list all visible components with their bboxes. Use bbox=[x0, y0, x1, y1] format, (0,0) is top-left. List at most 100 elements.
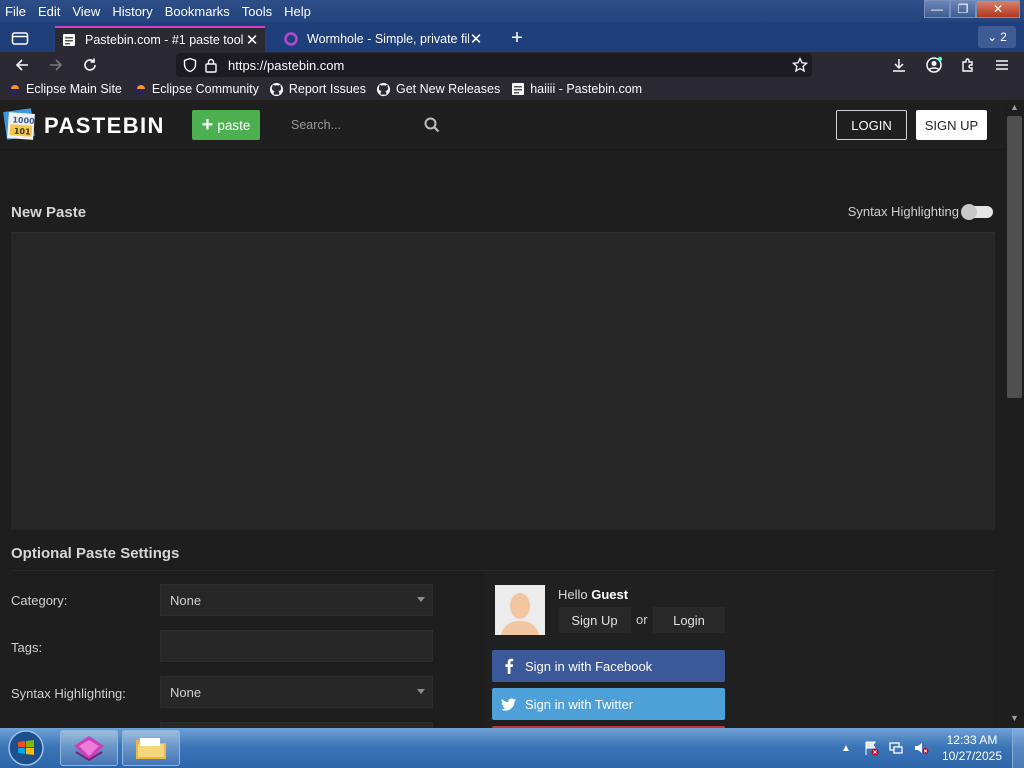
scroll-down-arrow-icon[interactable]: ▼ bbox=[1009, 713, 1020, 723]
hello-text: Hello bbox=[558, 587, 588, 602]
search-input[interactable]: Search... bbox=[285, 118, 424, 132]
start-button[interactable] bbox=[4, 729, 48, 767]
tab-wormhole[interactable]: Wormhole - Simple, private file ✕ bbox=[277, 26, 489, 52]
close-tab-icon[interactable]: ✕ bbox=[469, 30, 483, 48]
account-button[interactable] bbox=[923, 54, 945, 76]
bookmark-label: Get New Releases bbox=[395, 82, 501, 96]
eclipse-icon bbox=[6, 81, 22, 97]
app-menu-button[interactable] bbox=[991, 54, 1013, 76]
window-menubar: File Edit View History Bookmarks Tools H… bbox=[0, 0, 1024, 22]
scroll-up-arrow-icon[interactable]: ▲ bbox=[1009, 102, 1020, 112]
tab-title: Pastebin.com - #1 paste tool sir bbox=[85, 33, 245, 47]
guest-signup-button[interactable]: Sign Up bbox=[558, 607, 631, 633]
browser-app-icon bbox=[74, 736, 104, 762]
facebook-signin-label: Sign in with Facebook bbox=[525, 658, 653, 674]
eclipse-icon bbox=[132, 81, 148, 97]
menu-bookmarks[interactable]: Bookmarks bbox=[159, 4, 236, 19]
login-button[interactable]: LOGIN bbox=[836, 110, 907, 140]
site-logo-text[interactable]: PASTEBIN bbox=[44, 113, 165, 139]
show-desktop-button[interactable] bbox=[1012, 728, 1024, 768]
address-bar[interactable]: https://pastebin.com bbox=[176, 53, 812, 77]
divider bbox=[11, 570, 995, 571]
dropdown-caret-icon bbox=[417, 597, 425, 602]
taskbar-explorer-app[interactable] bbox=[122, 730, 180, 766]
pastebin-logo-icon[interactable]: 1000 101 bbox=[3, 105, 38, 142]
github-icon bbox=[269, 81, 285, 97]
hamburger-menu-icon bbox=[996, 60, 1008, 70]
menu-file[interactable]: File bbox=[0, 4, 32, 19]
volume-muted-icon[interactable] bbox=[911, 738, 931, 758]
syntax-toggle-label: Syntax Highlighting bbox=[847, 204, 959, 219]
menu-help[interactable]: Help bbox=[278, 4, 317, 19]
back-button[interactable] bbox=[11, 54, 33, 76]
paste-textarea[interactable] bbox=[11, 232, 995, 530]
bookmark-star-icon[interactable] bbox=[792, 57, 808, 73]
category-select[interactable]: None bbox=[160, 584, 433, 616]
bookmark-haiiii-pastebin[interactable]: haiiii - Pastebin.com bbox=[510, 81, 642, 97]
new-tab-button[interactable]: + bbox=[506, 28, 528, 49]
back-arrow-icon bbox=[15, 59, 28, 71]
network-icon[interactable] bbox=[886, 738, 906, 758]
scroll-thumb[interactable] bbox=[1007, 116, 1022, 398]
github-icon bbox=[376, 81, 392, 97]
facebook-signin-button[interactable]: Sign in with Facebook bbox=[492, 650, 725, 682]
window-controls: — ❐ ✕ bbox=[924, 0, 1020, 18]
list-all-tabs-button[interactable] bbox=[8, 27, 32, 49]
tab-pastebin[interactable]: Pastebin.com - #1 paste tool sir ✕ bbox=[55, 26, 265, 52]
guest-login-button[interactable]: Login bbox=[653, 607, 725, 633]
syntax-highlighting-select[interactable]: None bbox=[160, 676, 433, 708]
page-content: 1000 101 PASTEBIN + paste Search... LOGI… bbox=[0, 100, 1005, 728]
tab-title: Wormhole - Simple, private file bbox=[307, 32, 469, 46]
svg-text:101: 101 bbox=[14, 127, 32, 137]
toggle-switch[interactable] bbox=[961, 203, 993, 220]
bookmark-label: Eclipse Main Site bbox=[26, 82, 122, 96]
tracking-protection-shield-icon[interactable] bbox=[182, 57, 198, 73]
system-tray: ▲ 12:33 AM 10/27/2025 bbox=[836, 728, 1024, 768]
menu-tools[interactable]: Tools bbox=[236, 4, 278, 19]
clock-date: 10/27/2025 bbox=[941, 749, 1002, 763]
account-icon bbox=[926, 56, 943, 73]
site-search[interactable]: Search... bbox=[285, 112, 445, 138]
clock-time: 12:33 AM bbox=[946, 733, 998, 747]
bookmark-get-new-releases[interactable]: Get New Releases bbox=[376, 81, 500, 97]
paste-button-label: paste bbox=[217, 117, 251, 133]
downloads-button[interactable] bbox=[888, 54, 910, 76]
tags-input[interactable] bbox=[160, 630, 433, 662]
menu-history[interactable]: History bbox=[106, 4, 158, 19]
reload-button[interactable] bbox=[79, 54, 101, 76]
url-text: https://pastebin.com bbox=[228, 58, 344, 73]
url-host: pastebin.com bbox=[267, 57, 345, 73]
tab-count: 2 bbox=[1000, 30, 1007, 44]
close-tab-icon[interactable]: ✕ bbox=[245, 31, 259, 49]
maximize-button[interactable]: ❐ bbox=[950, 0, 976, 18]
guest-name: Guest bbox=[591, 587, 629, 602]
system-clock[interactable]: 12:33 AM 10/27/2025 bbox=[942, 732, 1002, 764]
twitter-signin-button[interactable]: Sign in with Twitter bbox=[492, 688, 725, 720]
forward-button[interactable] bbox=[45, 54, 67, 76]
windows-logo-icon bbox=[8, 730, 44, 766]
close-window-button[interactable]: ✕ bbox=[976, 0, 1020, 18]
bookmark-eclipse-main-site[interactable]: Eclipse Main Site bbox=[6, 81, 122, 97]
bookmark-eclipse-community[interactable]: Eclipse Community bbox=[132, 81, 259, 97]
menu-view[interactable]: View bbox=[66, 4, 106, 19]
menu-edit[interactable]: Edit bbox=[32, 4, 66, 19]
extensions-button[interactable] bbox=[957, 54, 979, 76]
syntax-highlighting-toggle[interactable]: Syntax Highlighting bbox=[847, 203, 993, 220]
bookmark-report-issues[interactable]: Report Issues bbox=[269, 81, 366, 97]
category-value: None bbox=[170, 592, 202, 608]
page-scrollbar[interactable]: ▲ ▼ bbox=[1005, 100, 1024, 728]
category-label: Category: bbox=[11, 593, 68, 608]
search-icon[interactable] bbox=[424, 117, 440, 133]
new-paste-button[interactable]: + paste bbox=[192, 110, 260, 140]
facebook-icon bbox=[492, 658, 525, 674]
show-hidden-icons-arrow-icon[interactable]: ▲ bbox=[836, 738, 856, 758]
action-center-flag-icon[interactable] bbox=[861, 738, 881, 758]
wormhole-favicon-icon bbox=[283, 31, 299, 47]
pastebin-favicon-icon bbox=[510, 81, 526, 97]
minimize-button[interactable]: — bbox=[924, 0, 950, 18]
signup-button[interactable]: SIGN UP bbox=[916, 110, 987, 140]
lock-icon[interactable] bbox=[204, 57, 218, 73]
syntax-value: None bbox=[170, 684, 202, 700]
tab-count-button[interactable]: ⌄ 2 bbox=[978, 26, 1016, 48]
taskbar-firefox-app[interactable] bbox=[60, 730, 118, 766]
